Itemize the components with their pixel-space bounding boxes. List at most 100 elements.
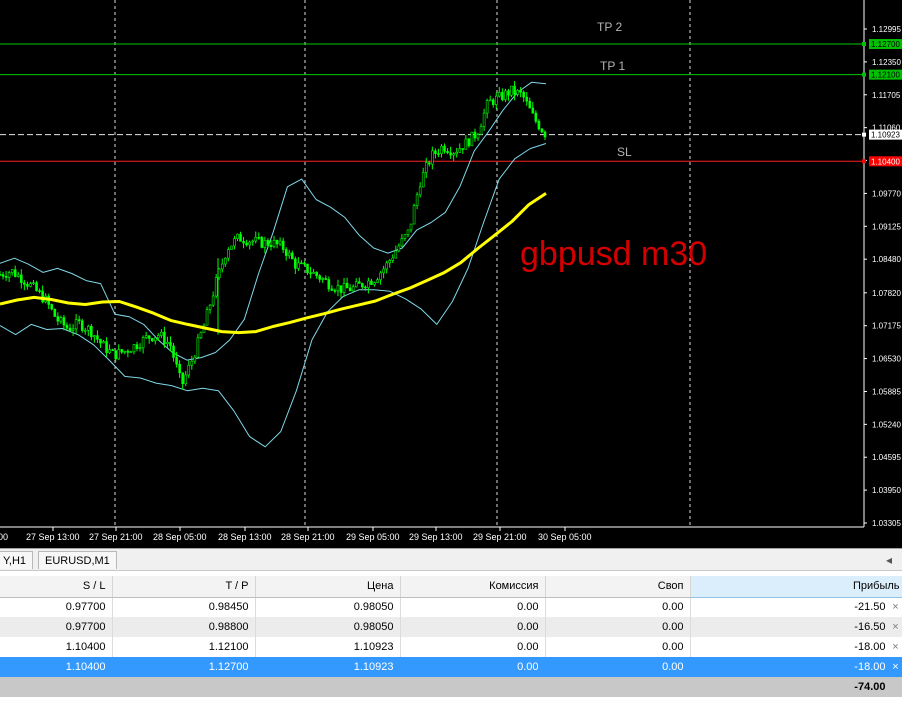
candle-body	[20, 274, 23, 283]
price-axis-label: 1.07175	[872, 322, 901, 331]
candle-body	[105, 341, 108, 353]
price-chart[interactable]: 1.129951.123501.117051.110601.104151.097…	[0, 0, 902, 548]
candle-body	[53, 308, 57, 317]
candle-body	[254, 237, 258, 242]
candle-body	[190, 360, 194, 366]
candle-body	[434, 150, 437, 154]
profit-value: -18.00	[854, 661, 886, 673]
candle-body	[312, 271, 315, 274]
tp2-label: TP 2	[597, 20, 622, 34]
candle-body	[123, 350, 127, 353]
candle-body	[287, 252, 291, 256]
candle-body	[327, 279, 331, 290]
cell-sl: 0.97700	[0, 617, 113, 637]
column-header-commission[interactable]: Комиссия	[400, 576, 546, 598]
column-header-sl[interactable]: S / L	[0, 576, 113, 598]
candle-body	[391, 257, 395, 261]
close-position-icon[interactable]: ×	[890, 621, 902, 633]
candle-body	[400, 238, 404, 247]
candle-body	[357, 281, 361, 284]
candle-body	[494, 95, 498, 105]
tab-gbpusd-h1[interactable]: Y,H1	[0, 551, 34, 569]
candle-body	[150, 338, 154, 342]
candle-body	[56, 316, 60, 322]
price-axis-label: 1.09770	[872, 189, 901, 198]
candle-body	[26, 283, 29, 287]
candle-body	[440, 145, 443, 154]
candle-body	[77, 319, 81, 322]
price-axis-label: 1.06530	[872, 355, 901, 364]
candle-body	[488, 99, 492, 102]
candle-body	[23, 282, 26, 285]
cell-price: 1.10923	[255, 637, 401, 657]
candle-body	[281, 240, 285, 250]
column-header-tp[interactable]: T / P	[112, 576, 256, 598]
table-row[interactable]: 0.97700 0.98450 0.98050 0.00 0.00 -21.50…	[0, 597, 902, 617]
price-tag-marker	[862, 42, 866, 47]
candle-body	[342, 282, 346, 293]
cell-profit: -18.00 ×	[690, 637, 902, 657]
candle-body	[373, 282, 376, 285]
price-axis-label: 1.12995	[872, 25, 901, 34]
tab-scroll-left-icon[interactable]: ◂	[886, 551, 892, 569]
candle-body	[74, 319, 78, 330]
cell-sl: 0.97700	[0, 597, 113, 617]
candle-body	[370, 280, 373, 285]
candle-body	[132, 344, 136, 353]
candle-body	[80, 320, 84, 331]
table-row[interactable]: 1.10400 1.12100 1.10923 0.00 0.00 -18.00…	[0, 637, 902, 657]
candle-body	[172, 345, 175, 358]
close-position-icon[interactable]: ×	[890, 661, 902, 673]
candle-body	[108, 349, 111, 353]
candle-body	[406, 229, 410, 235]
candle-body	[412, 205, 416, 225]
candle-body	[321, 278, 325, 280]
cell-commission: 0.00	[400, 597, 546, 617]
tp1-label: TP 1	[600, 59, 625, 73]
candle-body	[236, 233, 239, 239]
candle-body	[528, 100, 532, 109]
candle-body	[351, 286, 355, 292]
candle-body	[306, 263, 309, 274]
candle-body	[90, 325, 93, 338]
column-header-swap[interactable]: Своп	[545, 576, 691, 598]
tab-eurusd-m1[interactable]: EURUSD,M1	[38, 551, 117, 569]
chart-canvas[interactable]: 1.129951.123501.117051.110601.104151.097…	[0, 0, 902, 548]
candle-body	[376, 279, 379, 283]
candle-body	[141, 337, 145, 349]
close-position-icon[interactable]: ×	[890, 601, 902, 613]
table-row[interactable]: 0.97700 0.98800 0.98050 0.00 0.00 -16.50…	[0, 617, 902, 637]
candle-body	[449, 152, 452, 156]
candle-body	[248, 241, 251, 246]
total-spacer	[400, 677, 546, 697]
cell-swap: 0.00	[545, 617, 691, 637]
candle-body	[214, 277, 218, 297]
candle-body	[409, 223, 413, 231]
candle-body	[50, 304, 54, 310]
candle-body	[333, 290, 337, 292]
close-position-icon[interactable]: ×	[890, 641, 902, 653]
cell-tp: 1.12100	[112, 637, 256, 657]
candle-body	[367, 280, 370, 289]
column-header-profit[interactable]: Прибыль	[690, 576, 902, 598]
candle-body	[418, 186, 422, 196]
price-axis-label: 1.05240	[872, 420, 901, 429]
bollinger-upper-band	[0, 81, 547, 361]
candle-body	[245, 242, 248, 246]
cell-profit: -21.50 ×	[690, 597, 902, 617]
candle-body	[345, 282, 349, 289]
table-row-selected[interactable]: 1.10400 1.12700 1.10923 0.00 0.00 -18.00…	[0, 657, 902, 677]
price-tag-text: 1.12700	[871, 40, 900, 49]
price-axis-label: 1.05885	[872, 387, 901, 396]
candle-body	[227, 249, 230, 259]
profit-value: -21.50	[854, 601, 886, 614]
candle-body	[303, 262, 306, 265]
time-axis-label: 28 Sep 13:00	[218, 532, 272, 542]
candle-body	[543, 131, 547, 138]
chart-tab-strip: Y,H1 EURUSD,M1 ◂	[0, 548, 902, 571]
candle-body	[1, 274, 5, 277]
cell-tp: 0.98800	[112, 617, 256, 637]
price-axis-label: 1.09125	[872, 222, 901, 231]
candle-body	[184, 374, 188, 385]
column-header-price[interactable]: Цена	[255, 576, 401, 598]
